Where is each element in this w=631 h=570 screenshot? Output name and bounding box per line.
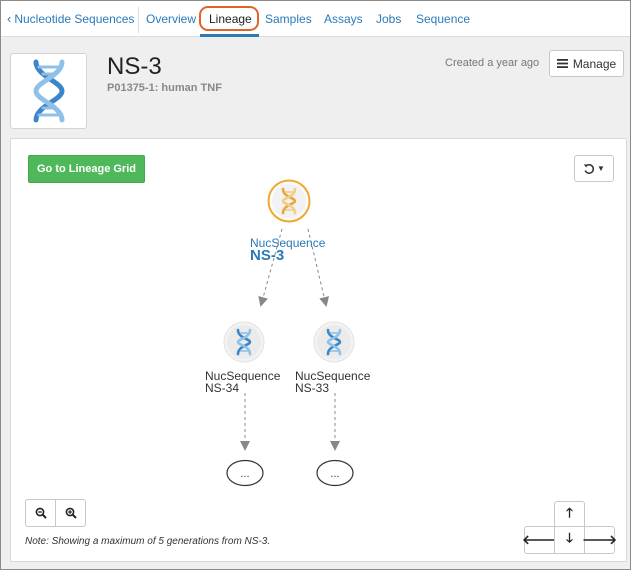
pan-controls: 🡐 🡓 🡒 — [522, 526, 617, 554]
generations-note: Note: Showing a maximum of 5 generations… — [25, 536, 271, 547]
created-timestamp: Created a year ago — [445, 57, 540, 69]
more-label: ... — [330, 468, 339, 480]
tab-highlight-ring — [199, 6, 259, 31]
zoom-out-button[interactable] — [25, 499, 56, 527]
pan-down-button[interactable]: 🡓 — [554, 526, 585, 554]
pan-left-button[interactable]: 🡐 — [522, 526, 557, 554]
arrow-right-icon: 🡒 — [582, 532, 617, 547]
nav-divider — [138, 7, 139, 33]
arrow-down-icon: 🡓 — [566, 530, 573, 545]
entity-icon — [10, 53, 87, 129]
tab-sequence[interactable]: Sequence — [416, 12, 470, 26]
lineage-grid-button[interactable]: Go to Lineage Grid — [28, 155, 145, 183]
top-nav: ‹ Nucleotide Sequences Overview Lineage … — [1, 1, 630, 37]
caret-down-icon: ▼ — [597, 163, 605, 173]
lineage-root-label: NucSequence NS-3 — [250, 237, 325, 263]
zoom-controls — [25, 499, 86, 527]
tab-overview[interactable]: Overview — [146, 12, 196, 26]
zoom-in-icon — [65, 507, 77, 519]
lineage-panel: ... ... Go to Lineage Grid ▼ NucSequence… — [10, 138, 627, 562]
lineage-node-root[interactable] — [267, 179, 311, 223]
reset-dropdown-button[interactable]: ▼ — [574, 155, 614, 182]
back-link-label: Nucleotide Sequences — [14, 12, 135, 26]
hamburger-icon — [556, 59, 568, 68]
node-name: NS-33 — [295, 381, 330, 395]
pan-up-group: 🡑 — [554, 501, 585, 529]
zoom-out-icon — [35, 507, 47, 519]
page-header: NS-3 P01375-1: human TNF Created a year … — [1, 37, 630, 133]
node-name: NS-3 — [250, 247, 285, 264]
pan-up-button[interactable]: 🡑 — [554, 501, 585, 529]
lineage-more-ns34[interactable]: ... — [226, 459, 264, 487]
arrow-up-icon: 🡑 — [566, 505, 573, 520]
undo-icon — [583, 163, 595, 174]
page-title: NS-3 — [107, 53, 162, 80]
page-subtitle: P01375-1: human TNF — [107, 82, 222, 94]
manage-button-label: Manage — [572, 56, 617, 71]
app-frame: ‹ Nucleotide Sequences Overview Lineage … — [0, 0, 631, 570]
tab-jobs[interactable]: Jobs — [376, 12, 401, 26]
manage-button[interactable]: Manage — [549, 50, 624, 77]
tab-assays[interactable]: Assays — [324, 12, 363, 26]
lineage-ns33-label: NucSequence NS-33 — [295, 370, 370, 394]
lineage-more-ns33[interactable]: ... — [316, 459, 354, 487]
more-label: ... — [240, 468, 249, 480]
zoom-in-button[interactable] — [55, 499, 86, 527]
arrow-left-icon: 🡐 — [522, 532, 557, 547]
pan-right-button[interactable]: 🡒 — [582, 526, 617, 554]
lineage-node-ns33[interactable] — [313, 321, 355, 363]
node-name: NS-34 — [205, 381, 240, 395]
back-link[interactable]: ‹ Nucleotide Sequences — [7, 12, 134, 26]
chevron-left-icon: ‹ — [7, 11, 12, 26]
tab-samples[interactable]: Samples — [265, 12, 312, 26]
dna-icon — [32, 59, 65, 123]
lineage-graph[interactable]: ... ... — [11, 139, 628, 563]
lineage-ns34-label: NucSequence NS-34 — [205, 370, 280, 394]
lineage-node-ns34[interactable] — [223, 321, 265, 363]
